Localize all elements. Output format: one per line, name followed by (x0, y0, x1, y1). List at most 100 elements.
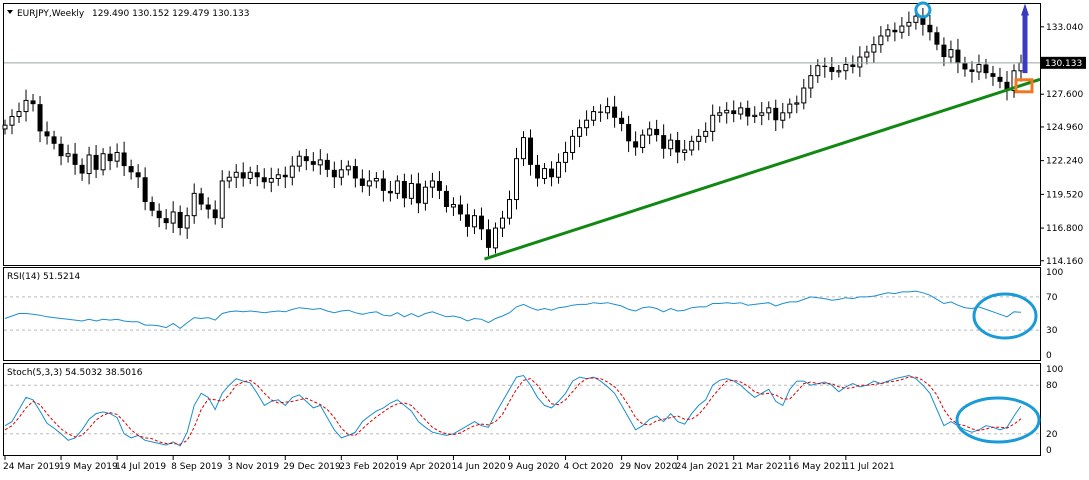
candle-body-up (100, 153, 106, 171)
candle-body-up (275, 174, 281, 179)
current-price-label: 130.133 (1045, 59, 1082, 69)
candle-body-up (640, 134, 646, 149)
x-tick-label: 24 Mar 2019 (3, 462, 60, 472)
candle-body-up (9, 116, 15, 126)
candle-body-up (408, 182, 414, 199)
candle-body-up (864, 51, 870, 58)
candle-body-down (549, 168, 555, 178)
candle-body-down (990, 73, 996, 77)
candle-body-down (598, 111, 604, 113)
candle-body-down (79, 164, 85, 174)
candle-body-up (710, 114, 716, 132)
candle-body-up (521, 137, 527, 160)
candle-body-up (422, 186, 428, 204)
candle-body-down (401, 180, 407, 199)
candle-body-up (843, 63, 849, 72)
candle-body-down (464, 214, 470, 227)
candle-body-down (359, 178, 365, 186)
x-tick-label: 24 Jan 2021 (676, 462, 730, 472)
candle-body-up (766, 107, 772, 114)
candle-body-up (191, 192, 197, 217)
candle-body-up (317, 159, 323, 166)
candle-body-up (114, 151, 120, 162)
candle-body-up (913, 15, 919, 23)
candle-body-up (724, 109, 730, 114)
x-tick-label: 14 Jul 2019 (115, 462, 166, 472)
candle-body-up (780, 112, 786, 121)
candle-body-up (689, 140, 695, 151)
candle-body-down (303, 156, 309, 162)
candle-body-down (535, 164, 541, 179)
stoch-tick-label: 20 (1046, 430, 1058, 440)
candle-body-down (443, 190, 449, 207)
candle-body-down (478, 215, 484, 230)
candle-body-up (542, 168, 548, 179)
candle-body-down (955, 49, 961, 64)
candle-body-up (885, 29, 891, 37)
rsi-frame (3, 267, 1041, 361)
candle-body-up (506, 199, 512, 219)
candle-body-down (135, 172, 141, 178)
x-tick-label: 11 Jul 2021 (844, 462, 895, 472)
candle-body-up (857, 56, 863, 68)
candle-body-up (394, 180, 400, 194)
candle-body-up (717, 112, 723, 116)
candle-body-up (878, 35, 884, 46)
candle-body-down (633, 141, 639, 148)
candle-body-down (415, 183, 421, 204)
candle-body-up (787, 103, 793, 114)
candle-body-up (492, 227, 498, 249)
x-tick-label: 23 Feb 2020 (339, 462, 395, 472)
x-tick-label: 21 Mar 2021 (732, 462, 789, 472)
candle-body-down (261, 177, 267, 183)
candle-body-up (808, 75, 814, 89)
rsi-tick-label: 30 (1046, 326, 1058, 336)
candle-body-down (850, 64, 856, 67)
x-tick-label: 16 May 2021 (788, 462, 847, 472)
x-tick-label: 29 Dec 2019 (283, 462, 341, 472)
candle-body-down (457, 204, 463, 215)
candle-body-up (682, 149, 688, 153)
candle-body-up (373, 177, 379, 182)
time-axis: 24 Mar 201919 May 201914 Jul 2019 8 Sep 2… (3, 456, 895, 472)
candle-body-up (948, 49, 954, 58)
candle-body-down (51, 136, 57, 144)
candle-body-up (647, 128, 653, 136)
x-tick-label: 9 Aug 2020 (507, 462, 559, 472)
candle-body-up (247, 171, 253, 179)
candle-body-down (310, 161, 316, 165)
candle-body-down (654, 128, 660, 136)
candle-body-down (72, 153, 78, 165)
candle-body-down (205, 204, 211, 210)
candle-body-up (1018, 62, 1024, 72)
candle-body-up (170, 211, 176, 224)
candle-body-up (499, 217, 505, 229)
candle-body-down (528, 137, 534, 165)
candle-body-up (801, 87, 807, 104)
candle-body-up (233, 171, 239, 178)
candle-body-up (570, 135, 576, 153)
candle-body-down (892, 29, 898, 33)
rsi-tick-label: 70 (1046, 293, 1058, 303)
candle-body-up (906, 21, 912, 27)
y-tick-label: 133.040 (1046, 23, 1083, 33)
candle-body-down (773, 107, 779, 121)
candle-body-up (289, 165, 295, 178)
x-tick-label: 4 Oct 2020 (564, 462, 614, 472)
candle-body-down (107, 153, 113, 162)
candle-body-up (2, 124, 8, 130)
x-tick-label: 14 Jun 2020 (451, 462, 505, 472)
candle-body-down (822, 65, 828, 67)
x-tick-label: 8 Sep 2019 (171, 462, 223, 472)
candle-body-up (366, 180, 372, 187)
x-tick-label: 29 Nov 2020 (620, 462, 678, 472)
candle-body-up (703, 130, 709, 137)
candle-body-down (37, 104, 43, 132)
candle-body-down (93, 154, 99, 170)
x-tick-label: 3 Nov 2019 (227, 462, 279, 472)
candle-body-down (829, 66, 835, 72)
candle-body-up (577, 127, 583, 137)
candle-body-down (142, 177, 148, 203)
candle-body-up (752, 114, 758, 118)
chart-root: 133.040 127.600 124.960 122.240 119.520 116.8… (2, 1, 1086, 472)
